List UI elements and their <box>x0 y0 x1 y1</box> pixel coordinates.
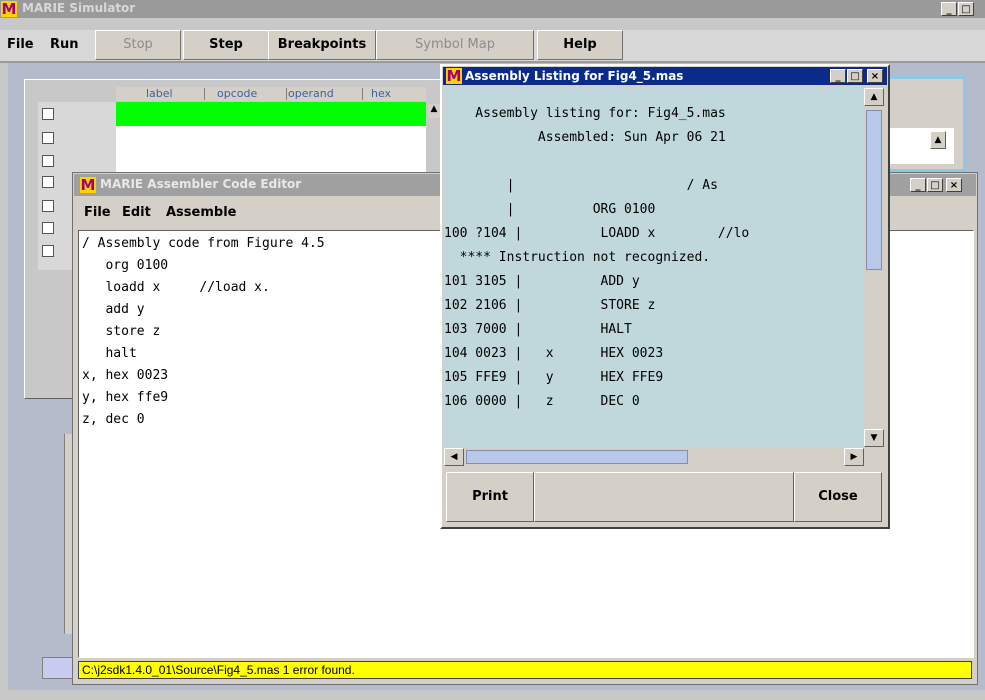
listing-lines: Assembly listing for: Fig4_5.mas Assembl… <box>444 102 864 414</box>
breakpoint-checkbox[interactable] <box>42 222 54 234</box>
table-scroll-up-icon[interactable]: ▲ <box>428 104 440 118</box>
listing-line: | / As <box>444 178 718 193</box>
listing-line: 101 3105 | ADD y <box>444 274 640 289</box>
breakpoint-checkbox[interactable] <box>42 108 54 120</box>
listing-close-button[interactable]: × <box>867 69 883 83</box>
header-sep <box>204 88 205 100</box>
breakpoint-checkbox[interactable] <box>42 132 54 144</box>
listing-titlebar: M Assembly Listing for Fig4_5.mas _ □ × <box>443 67 887 85</box>
scroll-down-icon[interactable]: ▼ <box>864 429 884 447</box>
program-table-body <box>116 126 426 172</box>
listing-line: | ORG 0100 <box>444 202 656 217</box>
marie-logo-icon: M <box>1 0 17 18</box>
listing-line: 103 7000 | HALT <box>444 322 632 337</box>
symbol-map-button[interactable]: Symbol Map <box>376 30 534 60</box>
editor-title: MARIE Assembler Code Editor <box>100 177 302 191</box>
breakpoint-checkbox[interactable] <box>42 200 54 212</box>
header-sep <box>286 88 287 100</box>
listing-line: 100 ?104 | LOADD x //lo <box>444 226 750 241</box>
stop-button[interactable]: Stop <box>95 30 181 60</box>
vertical-scroll-thumb[interactable] <box>866 110 882 270</box>
header-operand: operand <box>288 87 334 100</box>
main-menubar: File Run Stop Step Breakpoints Symbol Ma… <box>0 30 985 61</box>
editor-status-bar: C:\j2sdk1.4.0_01\Source\Fig4_5.mas 1 err… <box>78 661 972 679</box>
header-opcode: opcode <box>217 87 258 100</box>
scroll-left-icon[interactable]: ◀ <box>444 448 464 466</box>
scroll-up-icon[interactable]: ▲ <box>864 88 884 106</box>
listing-line: 102 2106 | STORE z <box>444 298 656 313</box>
program-table-header: label opcode operand hex <box>116 87 426 101</box>
breakpoint-checkbox[interactable] <box>42 176 54 188</box>
listing-title: Assembly Listing for Fig4_5.mas <box>465 69 684 83</box>
menu-file[interactable]: File <box>7 37 34 52</box>
listing-horizontal-scrollbar[interactable]: ◀ ▶ <box>444 448 864 466</box>
menu-run[interactable]: Run <box>50 37 79 52</box>
header-label: label <box>146 87 173 100</box>
print-button[interactable]: Print <box>446 472 534 522</box>
marie-logo-icon: M <box>446 67 462 85</box>
editor-menu-file[interactable]: File <box>84 205 111 220</box>
listing-line: Assembly listing for: Fig4_5.mas <box>444 106 726 121</box>
horizontal-scroll-thumb[interactable] <box>466 450 688 464</box>
breakpoints-button[interactable]: Breakpoints <box>268 30 376 60</box>
listing-line: 105 FFE9 | y HEX FFE9 <box>444 370 664 385</box>
register-scroll-up-icon[interactable]: ▲ <box>930 131 946 149</box>
scroll-right-icon[interactable]: ▶ <box>844 448 864 466</box>
listing-text-area[interactable]: Assembly listing for: Fig4_5.mas Assembl… <box>444 88 864 447</box>
step-button[interactable]: Step <box>183 30 269 60</box>
listing-maximize-button[interactable]: □ <box>847 69 863 83</box>
breakpoint-checkbox[interactable] <box>42 245 54 257</box>
minimize-button[interactable]: _ <box>941 2 957 16</box>
listing-line: 104 0023 | x HEX 0023 <box>444 346 664 361</box>
marie-logo-icon: M <box>80 176 96 194</box>
listing-button-spacer <box>534 472 794 522</box>
header-hex: hex <box>371 87 392 100</box>
editor-menu-assemble[interactable]: Assemble <box>166 205 236 220</box>
listing-line: 106 0000 | z DEC 0 <box>444 394 640 409</box>
listing-minimize-button[interactable]: _ <box>830 69 846 83</box>
editor-close-button[interactable]: × <box>946 178 962 192</box>
editor-maximize-button[interactable]: □ <box>927 178 943 192</box>
editor-menu-edit[interactable]: Edit <box>122 205 151 220</box>
listing-vertical-scrollbar[interactable]: ▲ ▼ <box>864 88 884 447</box>
help-button[interactable]: Help <box>537 30 623 60</box>
maximize-button[interactable]: □ <box>958 2 974 16</box>
listing-line <box>444 150 864 174</box>
listing-line: Assembled: Sun Apr 06 21 <box>444 130 726 145</box>
highlighted-row[interactable] <box>116 102 426 126</box>
close-button[interactable]: Close <box>794 472 882 522</box>
breakpoint-checkbox[interactable] <box>42 155 54 167</box>
header-sep <box>362 88 363 100</box>
editor-minimize-button[interactable]: _ <box>910 178 926 192</box>
main-window-title: MARIE Simulator <box>22 1 136 15</box>
listing-line: **** Instruction not recognized. <box>444 250 711 265</box>
main-titlebar: M MARIE Simulator _ □ <box>0 0 985 18</box>
